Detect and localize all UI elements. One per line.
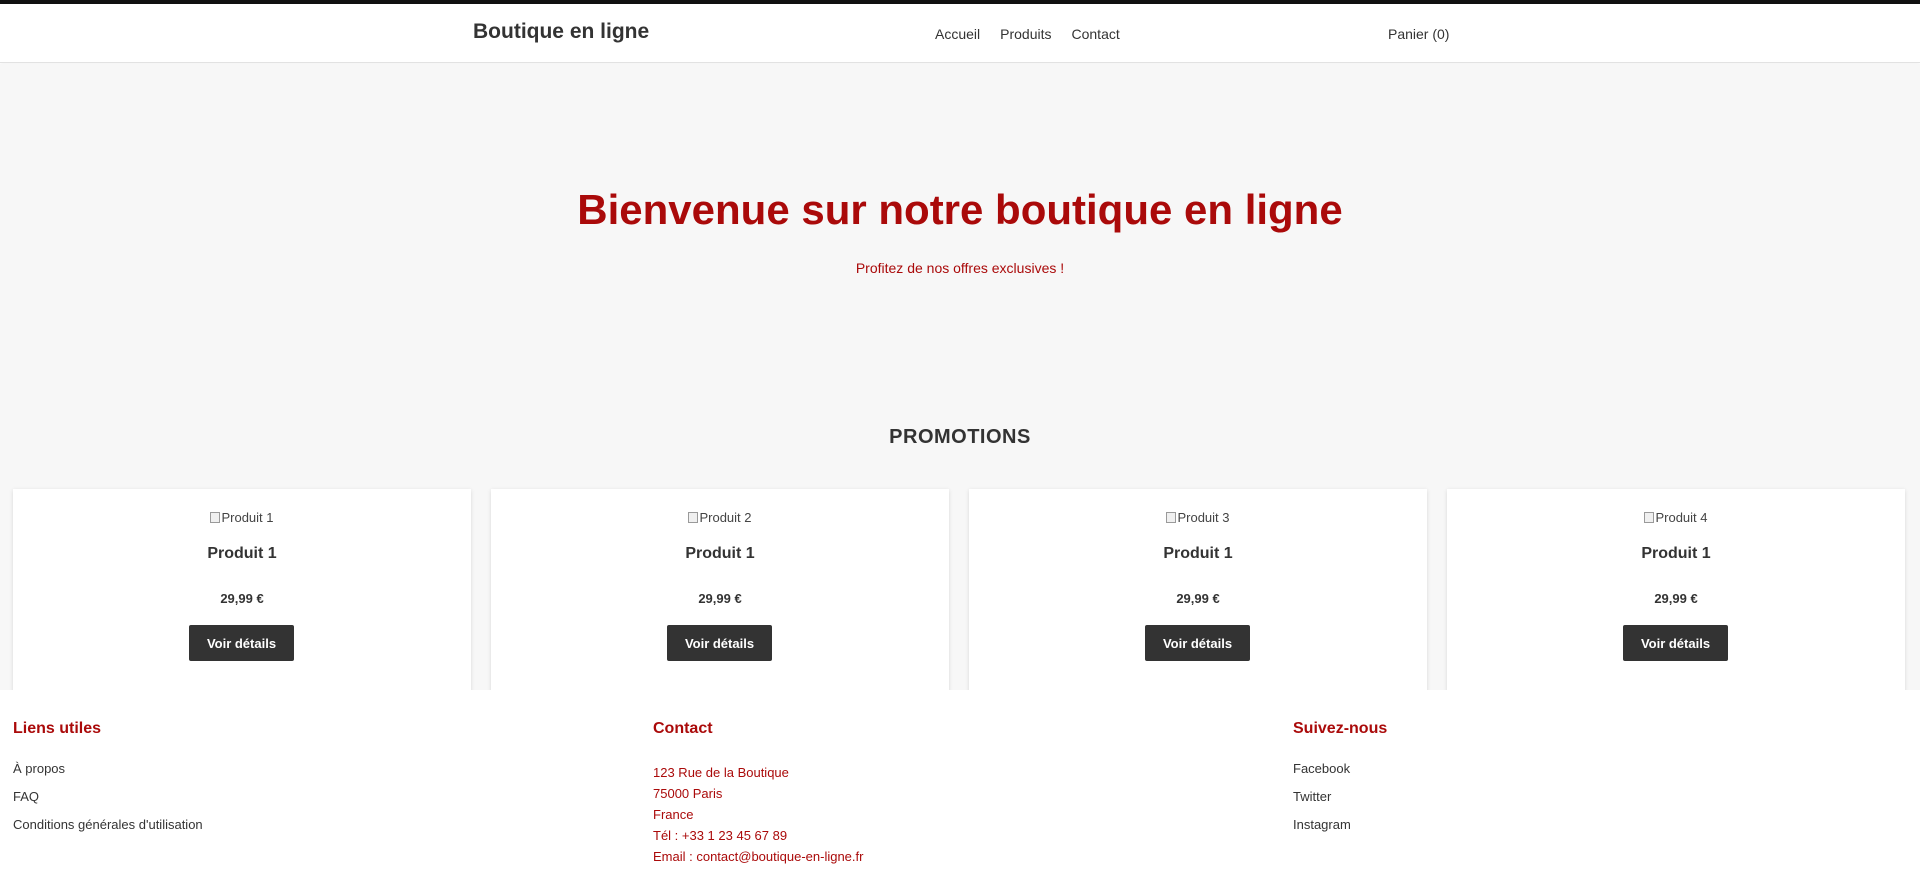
product-price: 29,99 € <box>220 591 264 606</box>
footer-contact: Contact 123 Rue de la Boutique 75000 Par… <box>653 720 863 867</box>
view-details-button[interactable]: Voir détails <box>667 625 772 661</box>
product-image: Produit 2 <box>491 510 949 525</box>
footer-social: Suivez-nous Facebook Twitter Instagram <box>1293 720 1387 846</box>
footer-link-about[interactable]: À propos <box>13 762 203 776</box>
product-price: 29,99 € <box>1176 591 1220 606</box>
view-details-button[interactable]: Voir détails <box>1145 625 1250 661</box>
product-image-alt: Produit 4 <box>1655 510 1708 525</box>
product-name: Produit 1 <box>685 545 755 562</box>
product-price: 29,99 € <box>1654 591 1698 606</box>
cart-link[interactable]: Panier (0) <box>1388 26 1449 42</box>
view-details-button[interactable]: Voir détails <box>1623 625 1728 661</box>
broken-image-icon <box>1644 512 1655 523</box>
contact-address-city: 75000 Paris <box>653 786 723 801</box>
contact-email[interactable]: Email : contact@boutique-en-ligne.fr <box>653 846 863 867</box>
footer-link-faq[interactable]: FAQ <box>13 790 203 804</box>
footer-link-terms[interactable]: Conditions générales d'utilisation <box>13 818 203 832</box>
site-header: Boutique en ligne Accueil Produits Conta… <box>0 4 1920 63</box>
contact-address-country: France <box>653 807 694 822</box>
promotions-title: PROMOTIONS <box>889 426 1031 448</box>
hero-subtitle: Profitez de nos offres exclusives ! <box>855 260 1065 276</box>
social-link-twitter[interactable]: Twitter <box>1293 790 1387 804</box>
contact-phone: Tél : +33 1 23 45 67 89 <box>653 828 788 843</box>
contact-address-street: 123 Rue de la Boutique <box>653 765 789 780</box>
product-name: Produit 1 <box>1163 545 1233 562</box>
nav-link-accueil[interactable]: Accueil <box>935 26 980 42</box>
footer-links-title: Liens utiles <box>13 720 102 737</box>
social-link-facebook[interactable]: Facebook <box>1293 762 1387 776</box>
social-link-instagram[interactable]: Instagram <box>1293 818 1387 832</box>
broken-image-icon <box>688 512 699 523</box>
hero-title: Bienvenue sur notre boutique en ligne <box>577 186 1343 233</box>
main-nav: Accueil Produits Contact <box>935 26 1120 42</box>
nav-link-contact[interactable]: Contact <box>1072 26 1120 42</box>
footer-useful-links: Liens utiles À propos FAQ Conditions gén… <box>13 720 203 846</box>
broken-image-icon <box>1166 512 1177 523</box>
product-price: 29,99 € <box>698 591 742 606</box>
broken-image-icon <box>210 512 221 523</box>
product-name: Produit 1 <box>1641 545 1711 562</box>
product-image: Produit 3 <box>969 510 1427 525</box>
site-logo[interactable]: Boutique en ligne <box>473 20 649 44</box>
product-image-alt: Produit 1 <box>221 510 274 525</box>
main-content: Bienvenue sur notre boutique en ligne Pr… <box>0 64 1920 741</box>
nav-link-produits[interactable]: Produits <box>1000 26 1051 42</box>
product-image: Produit 1 <box>13 510 471 525</box>
footer-contact-title: Contact <box>653 720 713 737</box>
view-details-button[interactable]: Voir détails <box>189 625 294 661</box>
product-image-alt: Produit 3 <box>1177 510 1230 525</box>
footer-social-title: Suivez-nous <box>1293 720 1388 737</box>
site-footer: Liens utiles À propos FAQ Conditions gén… <box>0 690 1920 886</box>
product-name: Produit 1 <box>207 545 277 562</box>
product-image: Produit 4 <box>1447 510 1905 525</box>
product-image-alt: Produit 2 <box>699 510 752 525</box>
